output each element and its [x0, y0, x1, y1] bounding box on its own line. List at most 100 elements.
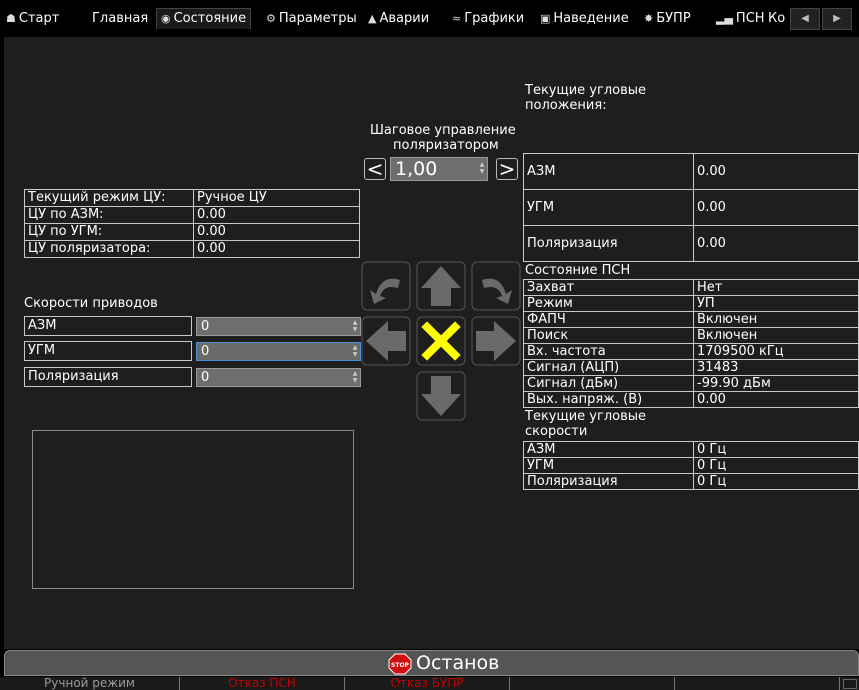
tab-charts[interactable]: ≈ Графики [448, 9, 528, 29]
speed-azm-input[interactable]: 0 ▲ ▼ [196, 317, 361, 336]
psn-signal-adc-label: Сигнал (АЦП) [523, 359, 694, 376]
speed-ugm-label: УГМ [24, 341, 192, 361]
satellite-icon: ✸ [644, 12, 654, 25]
pos-ugm-label: УГМ [523, 189, 694, 226]
gears-icon: ⚙ [266, 12, 276, 25]
rotate-ccw-button[interactable] [361, 261, 411, 311]
speed-cur-ugm-value: 0 Гц [693, 457, 859, 474]
cu-ugm-label: ЦУ по УГМ: [24, 223, 194, 241]
psn-signal-dbm-label: Сигнал (дБм) [523, 375, 694, 392]
stop-button-label: Останов [416, 652, 500, 674]
warning-icon: ▲ [368, 12, 377, 25]
spin-arrows-icon[interactable]: ▲ ▼ [352, 370, 358, 385]
tab-label: Состояние [173, 11, 247, 26]
eye-icon: ◉ [161, 12, 171, 25]
psn-capture-label: Захват [523, 279, 694, 296]
signal-icon: ▂▄ [716, 12, 733, 25]
speed-azm-label: АЗМ [24, 316, 192, 336]
rotate-cw-button[interactable] [471, 261, 521, 311]
cu-ugm-value: 0.00 [193, 223, 360, 241]
psn-output-voltage-label: Вых. напряж. (В) [523, 391, 694, 408]
tab-label: Графики [464, 11, 525, 26]
tab-scroll-right-button[interactable]: ▶ [822, 8, 852, 30]
tab-psn[interactable]: ▂▄ ПСН [712, 9, 769, 29]
cu-mode-value: Ручное ЦУ [193, 189, 360, 207]
chevron-left-icon: ◀ [801, 13, 809, 24]
tab-scroll-left-button[interactable]: ◀ [790, 8, 820, 30]
step-value: 1,00 [395, 158, 438, 180]
tab-label: Главная [92, 11, 149, 26]
tab-label: ПСН [735, 11, 765, 26]
psn-state-title: Состояние ПСН [525, 263, 631, 278]
psn-mode-value: УП [693, 295, 859, 312]
step-value-input[interactable]: 1,00 ▲ ▼ [390, 157, 488, 181]
stop-movement-button[interactable] [416, 316, 466, 366]
cu-polarizer-label: ЦУ поляризатора: [24, 240, 194, 258]
speed-polarization-label: Поляризация [24, 367, 192, 387]
angular-speeds-subtitle: скорости [525, 424, 588, 439]
speed-ugm-input[interactable]: 0 ▲ ▼ [196, 342, 361, 361]
psn-input-freq-label: Вх. частота [523, 343, 694, 360]
psn-signal-adc-value: 31483 [693, 359, 859, 376]
speed-polarization-value: 0 [201, 370, 210, 385]
target-icon: ▣ [540, 12, 551, 25]
speed-cur-azm-value: 0 Гц [693, 441, 859, 458]
log-area [32, 430, 354, 589]
tab-label: Ко [768, 11, 786, 26]
speed-ugm-value: 0 [201, 344, 210, 359]
cu-mode-label: Текущий режим ЦУ: [24, 189, 194, 207]
pos-azm-value: 0.00 [693, 153, 859, 190]
tab-label: Старт [18, 11, 60, 26]
tab-label: Аварии [379, 11, 430, 26]
cu-azm-label: ЦУ по АЗМ: [24, 206, 194, 224]
tab-bar: ☗ Старт Главная ◉ Состояние ⚙ Параметры ▲ Ав… [0, 0, 859, 37]
speed-cur-azm-label: АЗМ [523, 441, 694, 458]
step-control-title: Шаговое управление [370, 123, 516, 138]
spin-arrows-icon[interactable]: ▲ ▼ [479, 161, 485, 176]
tab-parameters[interactable]: ⚙ Параметры [262, 9, 361, 29]
up-button[interactable] [416, 261, 466, 311]
cu-azm-value: 0.00 [193, 206, 360, 224]
tab-alarms[interactable]: ▲ Аварии [364, 9, 433, 29]
psn-mode-label: Режим [523, 295, 694, 312]
step-control-subtitle: поляризатором [393, 138, 499, 153]
speed-cur-polarization-label: Поляризация [523, 473, 694, 490]
psn-output-voltage-value: 0.00 [693, 391, 859, 408]
psn-input-freq-value: 1709500 кГц [693, 343, 859, 360]
psn-pll-value: Включен [693, 311, 859, 328]
step-increase-button[interactable]: > [496, 158, 518, 180]
pos-ugm-value: 0.00 [693, 189, 859, 226]
status-empty-1 [510, 677, 675, 690]
tab-label: БУПР [656, 11, 691, 26]
stop-button[interactable]: STOP Останов [4, 650, 859, 676]
tab-bupr[interactable]: ✸ БУПР [640, 9, 695, 29]
tab-label: Параметры [278, 11, 357, 26]
spin-arrows-icon[interactable]: ▲ ▼ [352, 319, 358, 334]
joystick-pad [361, 261, 521, 421]
tab-start[interactable]: ☗ Старт [2, 9, 63, 29]
speed-cur-ugm-label: УГМ [523, 457, 694, 474]
pos-polarization-value: 0.00 [693, 225, 859, 262]
tab-main[interactable]: Главная [88, 9, 152, 29]
drive-speeds-title: Скорости приводов [24, 296, 158, 311]
psn-search-label: Поиск [523, 327, 694, 344]
pos-polarization-label: Поляризация [523, 225, 694, 262]
speed-cur-polarization-value: 0 Гц [693, 473, 859, 490]
left-button[interactable] [361, 316, 411, 366]
psn-signal-dbm-value: -99.90 дБм [693, 375, 859, 392]
down-button[interactable] [416, 371, 466, 421]
step-decrease-button[interactable]: < [364, 158, 386, 180]
psn-search-value: Включен [693, 327, 859, 344]
resize-grip-icon[interactable] [843, 679, 857, 689]
status-empty-2 [675, 677, 840, 690]
home-icon: ☗ [6, 12, 16, 25]
right-button[interactable] [471, 316, 521, 366]
speed-polarization-input[interactable]: 0 ▲ ▼ [196, 368, 361, 387]
psn-pll-label: ФАПЧ [523, 311, 694, 328]
spin-arrows-icon[interactable]: ▲ ▼ [352, 344, 358, 359]
angular-positions-subtitle: положения: [525, 98, 607, 113]
tab-state[interactable]: ◉ Состояние [156, 8, 252, 29]
status-bupr-failure: Отказ БУПР [345, 677, 510, 690]
tab-guidance[interactable]: ▣ Наведение [536, 9, 633, 29]
status-manual-mode: Ручной режим [0, 677, 180, 690]
